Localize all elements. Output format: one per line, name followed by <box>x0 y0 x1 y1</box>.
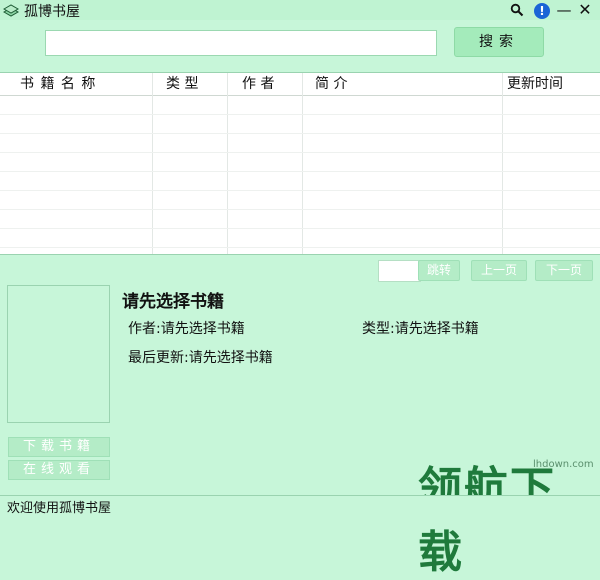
book-author: 作者:请先选择书籍 <box>128 321 245 337</box>
download-book-button[interactable]: 下载书籍 <box>8 437 110 457</box>
table-row[interactable] <box>0 171 600 172</box>
read-online-button[interactable]: 在线观看 <box>8 460 110 480</box>
table-row[interactable] <box>0 247 600 248</box>
book-type: 类型:请先选择书籍 <box>362 321 479 337</box>
prev-page-button[interactable]: 上一页 <box>471 260 527 281</box>
watermark-logo: 领航下载 <box>418 463 556 578</box>
info-icon[interactable]: ! <box>531 0 553 20</box>
column-header-author[interactable]: 作 者 <box>242 73 274 95</box>
table-header: 书 籍 名 称 类 型 作 者 简 介 更新时间 <box>0 73 600 96</box>
table-row[interactable] <box>0 114 600 115</box>
window-title: 孤博书屋 <box>24 4 80 20</box>
book-cover-image <box>7 285 110 423</box>
page-jump-input[interactable] <box>378 260 421 282</box>
close-button[interactable]: ✕ <box>574 0 596 20</box>
table-row[interactable] <box>0 209 600 210</box>
search-button[interactable]: 搜索 <box>454 27 544 57</box>
book-stack-icon <box>3 4 19 17</box>
table-row[interactable] <box>0 133 600 134</box>
search-icon[interactable] <box>506 0 528 20</box>
table-row[interactable] <box>0 190 600 191</box>
column-header-intro[interactable]: 简 介 <box>315 73 347 95</box>
title-bar: 孤博书屋 ! — ✕ <box>0 0 600 20</box>
table-row[interactable] <box>0 228 600 229</box>
book-title: 请先选择书籍 <box>122 292 224 312</box>
minimize-button[interactable]: — <box>553 0 575 20</box>
status-text: 欢迎使用孤博书屋 <box>7 501 112 516</box>
table-row[interactable] <box>0 152 600 153</box>
next-page-button[interactable]: 下一页 <box>535 260 593 281</box>
status-bar: 欢迎使用孤博书屋 <box>0 495 600 516</box>
watermark-site: lhdown.com <box>533 459 594 470</box>
jump-button[interactable]: 跳转 <box>418 260 460 281</box>
book-last-updated: 最后更新:请先选择书籍 <box>128 350 273 366</box>
book-table[interactable]: 书 籍 名 称 类 型 作 者 简 介 更新时间 <box>0 72 600 255</box>
search-area: 搜索 <box>0 20 600 72</box>
column-header-updated[interactable]: 更新时间 <box>507 73 563 95</box>
column-header-name[interactable]: 书 籍 名 称 <box>20 73 96 95</box>
search-input[interactable] <box>45 30 437 56</box>
column-header-type[interactable]: 类 型 <box>166 73 198 95</box>
